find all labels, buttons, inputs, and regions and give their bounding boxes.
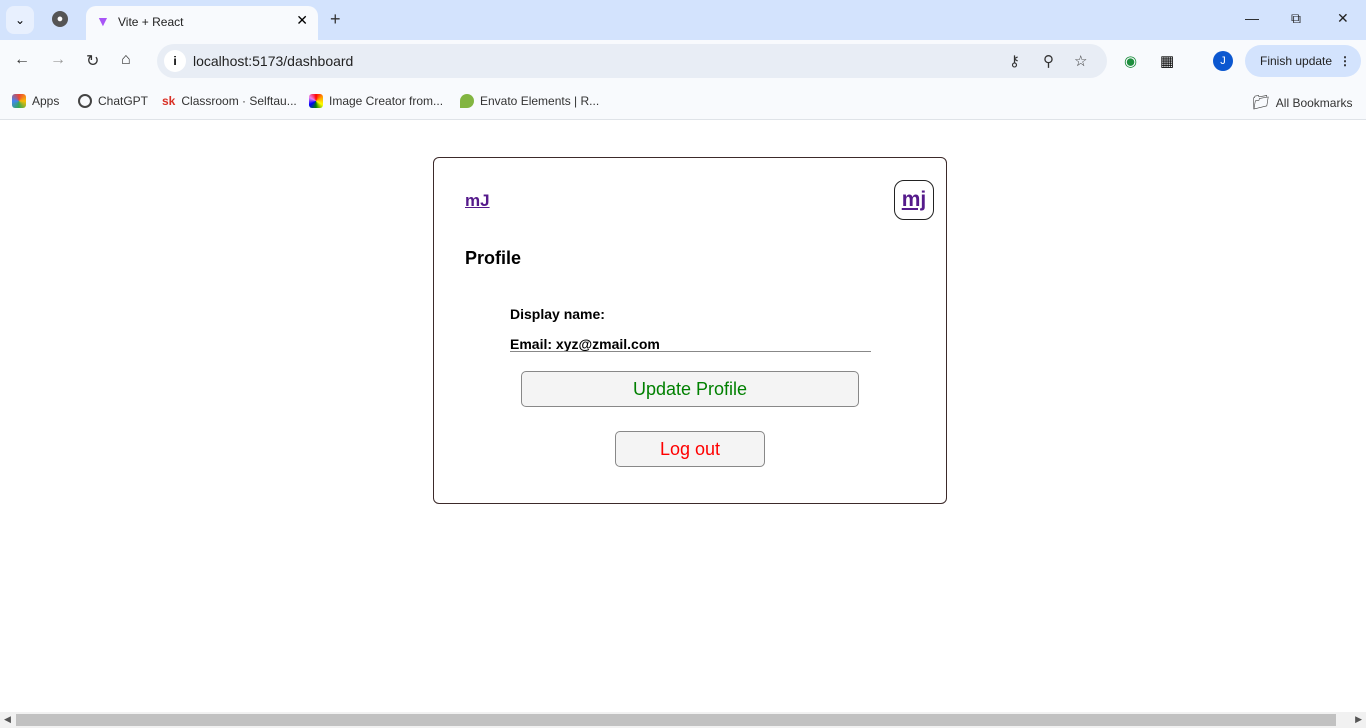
forward-icon[interactable]: →	[50, 51, 66, 69]
minimize-icon[interactable]: —	[1245, 10, 1259, 26]
folder-icon: 📁︎	[1252, 94, 1270, 110]
url-text[interactable]: localhost:5173/dashboard	[193, 53, 353, 69]
bookmark-label: Classroom · Selftau...	[181, 94, 297, 108]
tab-title: Vite + React	[118, 15, 184, 29]
tab-search-button[interactable]: ⌄	[6, 6, 34, 34]
profile-avatar[interactable]: J	[1213, 51, 1233, 71]
toolbar: ← → ↻ ⌂ i localhost:5173/dashboard ⚷ ⚲ ☆…	[0, 40, 1366, 82]
update-profile-button[interactable]: Update Profile	[521, 371, 859, 407]
bookmark-apps[interactable]: Apps	[12, 94, 59, 108]
globe-icon[interactable]: ●	[52, 11, 68, 27]
address-bar[interactable]: i localhost:5173/dashboard ⚷ ⚲ ☆	[157, 44, 1107, 78]
logo-link[interactable]: mJ	[465, 191, 490, 211]
close-window-icon[interactable]: ✕	[1337, 10, 1349, 27]
finish-update-button[interactable]: Finish update ⋮	[1245, 45, 1361, 77]
user-avatar-button[interactable]: mj	[894, 180, 934, 220]
close-tab-icon[interactable]: ✕	[296, 12, 308, 29]
all-bookmarks-label: All Bookmarks	[1275, 95, 1353, 110]
bookmark-classroom[interactable]: sk Classroom · Selftau...	[162, 94, 297, 108]
scroll-right-icon[interactable]: ▶	[1355, 714, 1362, 725]
page-title: Profile	[465, 248, 522, 268]
tab-active[interactable]: ▼ Vite + React ✕	[86, 6, 318, 40]
bookmark-chatgpt[interactable]: ChatGPT	[78, 94, 148, 108]
envato-leaf-icon	[460, 94, 474, 108]
finish-update-label: Finish update	[1260, 54, 1333, 68]
apps-grid-icon	[12, 94, 26, 108]
bookmark-label: ChatGPT	[98, 94, 149, 108]
bookmark-label: Envato Elements | R...	[480, 94, 600, 108]
tab-strip: ⌄ ● ▼ Vite + React ✕ + — ⧉ ✕	[0, 0, 1366, 40]
bookmark-label: Image Creator from...	[329, 94, 444, 108]
divider	[510, 351, 871, 352]
scrollbar-thumb[interactable]	[16, 714, 1336, 726]
profile-card: mJ mj Profile Display name: Email: xyz@z…	[433, 157, 947, 504]
puzzle-icon[interactable]: ▦	[1160, 52, 1174, 70]
new-tab-button[interactable]: +	[330, 9, 341, 30]
bookmark-image-creator[interactable]: Image Creator from...	[309, 94, 443, 108]
email-label: Email: xyz@zmail.com	[510, 336, 660, 352]
extension-icon[interactable]: ◉	[1124, 52, 1137, 70]
star-icon[interactable]: ☆	[1074, 52, 1087, 70]
sk-icon: sk	[162, 94, 176, 108]
site-info-icon[interactable]: i	[164, 50, 186, 72]
password-key-icon[interactable]: ⚷	[1009, 52, 1020, 70]
zoom-icon[interactable]: ⚲	[1043, 52, 1054, 70]
bookmark-label: Apps	[32, 94, 60, 108]
scroll-left-icon[interactable]: ◀	[4, 714, 11, 725]
logout-button[interactable]: Log out	[615, 431, 765, 467]
reload-icon[interactable]: ↻	[86, 51, 99, 71]
bookmarks-bar: Apps ChatGPT sk Classroom · Selftau... Im…	[0, 82, 1366, 120]
display-name-label: Display name:	[510, 306, 605, 322]
horizontal-scrollbar[interactable]: ◀ ▶	[0, 712, 1366, 728]
image-creator-icon	[309, 94, 323, 108]
back-icon[interactable]: ←	[14, 51, 30, 69]
vite-icon: ▼	[96, 13, 110, 29]
menu-icon: ⋮	[1339, 54, 1351, 68]
all-bookmarks[interactable]: 📁︎ All Bookmarks	[1252, 94, 1352, 111]
restore-icon[interactable]: ⧉	[1291, 10, 1301, 27]
bookmark-envato[interactable]: Envato Elements | R...	[460, 94, 599, 108]
chatgpt-icon	[78, 94, 92, 108]
home-icon[interactable]: ⌂	[121, 51, 131, 69]
